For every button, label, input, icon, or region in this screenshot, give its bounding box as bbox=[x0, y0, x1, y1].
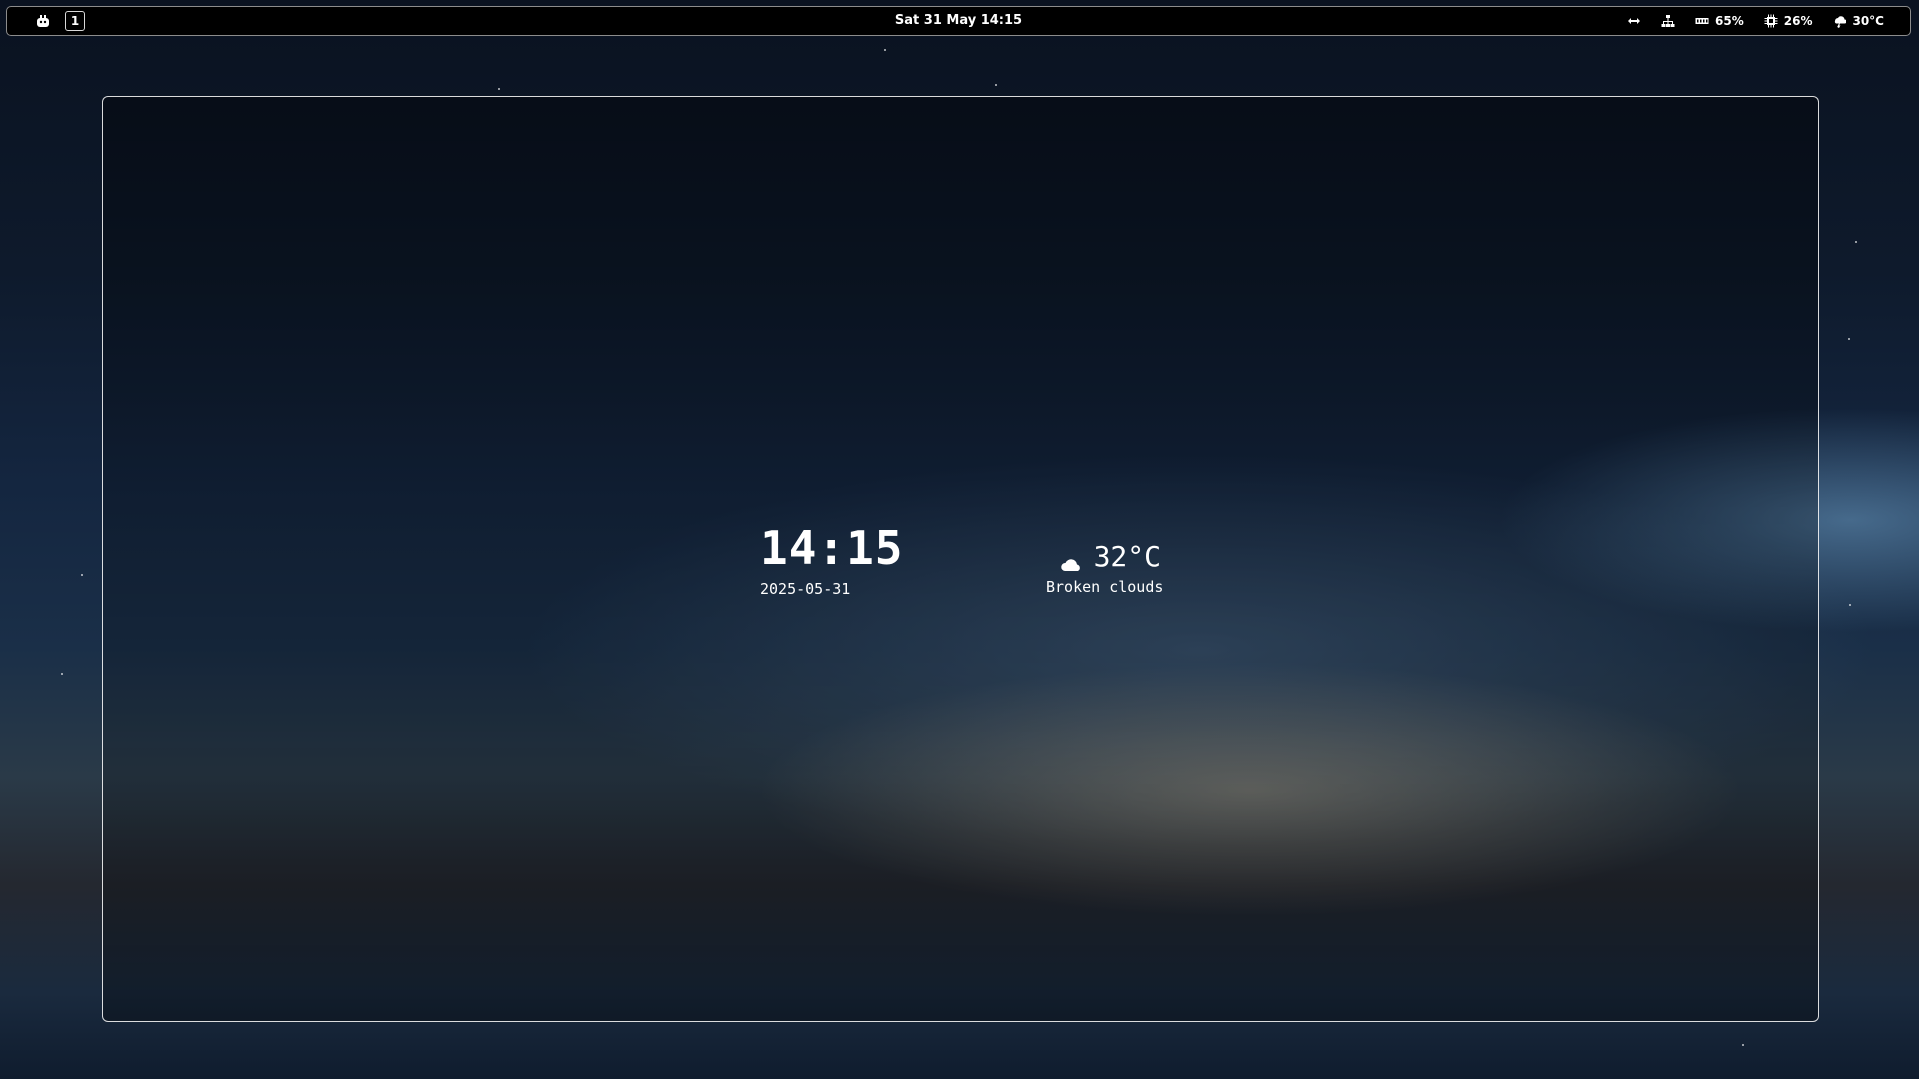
desktop-widget-frame bbox=[102, 96, 1819, 1022]
layout-toggle[interactable] bbox=[1627, 14, 1641, 28]
cpu-icon bbox=[1764, 14, 1778, 28]
network-icon bbox=[1661, 14, 1675, 28]
weather-temp-row: 32°C bbox=[1046, 540, 1161, 574]
cpu-value: 26% bbox=[1783, 14, 1813, 28]
top-bar-left: 1 bbox=[35, 7, 85, 35]
clock-datetime[interactable]: Sat 31 May 14:15 bbox=[895, 13, 1022, 28]
clock-time: 14:15 bbox=[760, 521, 904, 575]
weather-description: Broken clouds bbox=[1046, 578, 1164, 596]
cpu-indicator[interactable]: 26% bbox=[1764, 14, 1813, 28]
workspace-button-1[interactable]: 1 bbox=[65, 11, 85, 31]
star bbox=[1849, 604, 1851, 606]
memory-value: 65% bbox=[1715, 14, 1744, 28]
star bbox=[1855, 241, 1857, 243]
memory-indicator[interactable]: 65% bbox=[1695, 14, 1744, 28]
launcher-icon[interactable] bbox=[35, 13, 51, 29]
memory-icon bbox=[1695, 14, 1709, 28]
star bbox=[81, 574, 83, 576]
temperature-value: 30°C bbox=[1852, 14, 1884, 28]
top-bar-right: 65% 26% 30°C bbox=[1627, 7, 1884, 35]
weather-temperature: 32°C bbox=[1093, 540, 1161, 573]
network-indicator[interactable] bbox=[1661, 14, 1675, 28]
cloud-icon bbox=[1060, 548, 1084, 571]
left-right-arrow-icon bbox=[1627, 14, 1641, 28]
star bbox=[1742, 1044, 1744, 1046]
star bbox=[1848, 338, 1850, 340]
temperature-indicator[interactable]: 30°C bbox=[1832, 14, 1884, 29]
star bbox=[498, 88, 500, 90]
temperature-icon bbox=[1832, 14, 1847, 29]
clock-date: 2025-05-31 bbox=[760, 580, 851, 598]
top-bar: 1 Sat 31 May 14:15 65% 26% 30°C bbox=[6, 6, 1911, 36]
weather-widget: 32°C Broken clouds bbox=[1046, 540, 1164, 596]
star bbox=[995, 84, 997, 86]
star bbox=[61, 673, 63, 675]
clock-widget: 14:15 2025-05-31 bbox=[760, 522, 903, 598]
star bbox=[884, 49, 886, 51]
top-bar-center: Sat 31 May 14:15 bbox=[7, 7, 1910, 35]
